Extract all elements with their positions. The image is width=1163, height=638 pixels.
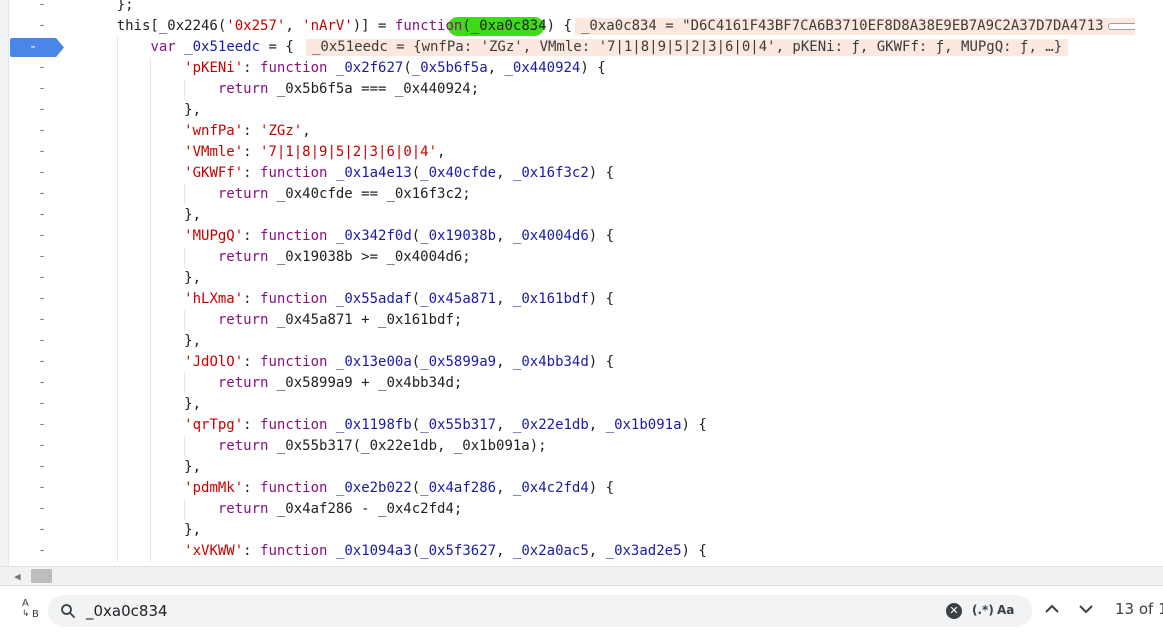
code-line[interactable]: - return _0x55b317(_0x22e1db, _0x1b091a)…	[0, 436, 1163, 457]
code-line[interactable]: - },	[0, 205, 1163, 226]
previous-match-button[interactable]	[1042, 599, 1062, 619]
horizontal-scrollbar[interactable]: ◀	[0, 566, 1163, 585]
ellipsis-icon[interactable]	[1107, 22, 1135, 30]
code-line[interactable]: - 'pdmMk': function _0xe2b022(_0x4af286,…	[0, 478, 1163, 499]
line-marker[interactable]: -	[33, 439, 51, 453]
code-text: 'VMmle': '7|1|8|9|5|2|3|6|0|4',	[184, 144, 446, 160]
code-text: return _0x40cfde == _0x16f3c2;	[217, 186, 471, 202]
search-icon	[61, 604, 75, 618]
code-line[interactable]: - },	[0, 100, 1163, 121]
line-marker[interactable]: -	[33, 376, 51, 390]
code-text: },	[184, 270, 202, 286]
inline-value-preview[interactable]: _0xa0c834 = "D6C4161F43BF7CA6B3710EF8D8A…	[575, 18, 1135, 35]
line-marker[interactable]: -	[33, 397, 51, 411]
code-text: 'GKWFf': function _0x1a4e13(_0x40cfde, _…	[184, 165, 615, 181]
code-text: };	[116, 0, 134, 13]
line-marker[interactable]: -	[33, 481, 51, 495]
line-marker[interactable]: -	[33, 0, 51, 12]
line-marker[interactable]: -	[33, 103, 51, 117]
next-match-button[interactable]	[1076, 599, 1096, 619]
match-case-button[interactable]: Aa	[997, 603, 1014, 617]
line-marker[interactable]: -	[33, 460, 51, 474]
code-line[interactable]: - 'hLXma': function _0x55adaf(_0x45a871,…	[0, 289, 1163, 310]
scroll-left-arrow-icon[interactable]: ◀	[14, 570, 21, 583]
code-line[interactable]: - 'qrTpg': function _0x1198fb(_0x55b317,…	[0, 415, 1163, 436]
code-line[interactable]: - var _0x51eedc = { _0x51eedc = {wnfPa: '…	[0, 37, 1163, 58]
line-marker[interactable]: -	[33, 208, 51, 222]
code-editor[interactable]: - }; - this[_0x2246('0x257', 'nArV')] = f…	[0, 0, 1163, 566]
line-marker[interactable]: -	[33, 187, 51, 201]
code-line[interactable]: - },	[0, 268, 1163, 289]
inline-value-preview[interactable]: _0x51eedc = {wnfPa: 'ZGz', VMmle: '7|1|8…	[306, 39, 1069, 56]
code-line[interactable]: - return _0x4af286 - _0x4c2fd4;	[0, 499, 1163, 520]
line-marker[interactable]: -	[33, 229, 51, 243]
line-marker[interactable]: -	[33, 355, 51, 369]
replace-toggle-icon[interactable]: A ↳ B	[20, 599, 42, 621]
code-line[interactable]: - };	[0, 0, 1163, 16]
code-text: return _0x4af286 - _0x4c2fd4;	[217, 501, 463, 517]
line-marker[interactable]: -	[33, 166, 51, 180]
code-text: 'pdmMk': function _0xe2b022(_0x4af286, _…	[184, 480, 615, 496]
code-text: },	[184, 396, 202, 412]
line-marker[interactable]: -	[33, 292, 51, 306]
code-text: var _0x51eedc = {	[150, 39, 294, 55]
scrollbar-thumb[interactable]	[31, 569, 52, 583]
regex-toggle-button[interactable]: (.*)	[972, 603, 994, 617]
search-input[interactable]: _0xa0c834 ✕ (.*) Aa	[48, 595, 1032, 627]
line-marker[interactable]: -	[33, 124, 51, 138]
search-bar: A ↳ B _0xa0c834 ✕ (.*) Aa 13 of 1	[0, 585, 1163, 638]
code-text: return _0x45a871 + _0x161bdf;	[217, 312, 463, 328]
code-line[interactable]: - },	[0, 394, 1163, 415]
line-marker[interactable]: -	[33, 544, 51, 558]
code-line[interactable]: - 'JdOlO': function _0x13e00a(_0x5899a9,…	[0, 352, 1163, 373]
code-text: },	[184, 333, 202, 349]
match-count: 13 of 1	[1115, 600, 1163, 618]
code-text: },	[184, 522, 202, 538]
clear-search-icon[interactable]: ✕	[946, 603, 962, 619]
code-text: return _0x55b317(_0x22e1db, _0x1b091a);	[217, 438, 547, 454]
code-line[interactable]: - 'xVKWW': function _0x1094a3(_0x5f3627,…	[0, 541, 1163, 562]
code-text: 'MUPgQ': function _0x342f0d(_0x19038b, _…	[184, 228, 615, 244]
code-text: 'qrTpg': function _0x1198fb(_0x55b317, _…	[184, 417, 707, 433]
code-text: },	[184, 207, 202, 223]
search-query[interactable]: _0xa0c834	[86, 601, 168, 621]
code-text: 'JdOlO': function _0x13e00a(_0x5899a9, _…	[184, 354, 615, 370]
code-line[interactable]: - },	[0, 520, 1163, 541]
code-line[interactable]: - 'pKENi': function _0x2f627(_0x5b6f5a, …	[0, 58, 1163, 79]
code-line[interactable]: - return _0x40cfde == _0x16f3c2;	[0, 184, 1163, 205]
code-line[interactable]: - 'VMmle': '7|1|8|9|5|2|3|6|0|4',	[0, 142, 1163, 163]
code-text: 'xVKWW': function _0x1094a3(_0x5f3627, _…	[184, 543, 707, 559]
code-text: },	[184, 102, 202, 118]
line-marker[interactable]: -	[33, 271, 51, 285]
code-line[interactable]: - return _0x19038b >= _0x4004d6;	[0, 247, 1163, 268]
line-marker[interactable]: -	[33, 502, 51, 516]
code-line[interactable]: - 'MUPgQ': function _0x342f0d(_0x19038b,…	[0, 226, 1163, 247]
code-text: },	[184, 459, 202, 475]
line-marker[interactable]: -	[33, 19, 51, 33]
line-marker[interactable]: -	[33, 61, 51, 75]
code-line[interactable]: - 'wnfPa': 'ZGz',	[0, 121, 1163, 142]
code-line[interactable]: - return _0x5b6f5a === _0x440924;	[0, 79, 1163, 100]
code-text: return _0x5b6f5a === _0x440924;	[217, 81, 480, 97]
line-marker[interactable]: -	[33, 418, 51, 432]
line-marker[interactable]: -	[33, 145, 51, 159]
code-text: return _0x19038b >= _0x4004d6;	[217, 249, 471, 265]
line-marker[interactable]: -	[33, 334, 51, 348]
line-marker[interactable]: -	[33, 523, 51, 537]
code-line[interactable]: - return _0x45a871 + _0x161bdf;	[0, 310, 1163, 331]
code-line[interactable]: - 'GKWFf': function _0x1a4e13(_0x40cfde,…	[0, 163, 1163, 184]
code-line[interactable]: - },	[0, 331, 1163, 352]
line-marker[interactable]: -	[33, 82, 51, 96]
code-text: 'hLXma': function _0x55adaf(_0x45a871, _…	[184, 291, 615, 307]
code-text: return _0x5899a9 + _0x4bb34d;	[217, 375, 463, 391]
line-marker[interactable]: -	[33, 313, 51, 327]
code-text: this[_0x2246('0x257', 'nArV')] = functio…	[116, 18, 572, 34]
active-breakpoint-marker[interactable]: -	[10, 38, 65, 57]
code-line[interactable]: - },	[0, 457, 1163, 478]
code-line[interactable]: - this[_0x2246('0x257', 'nArV')] = funct…	[0, 16, 1163, 37]
code-text: 'pKENi': function _0x2f627(_0x5b6f5a, _0…	[184, 60, 606, 76]
code-text: 'wnfPa': 'ZGz',	[184, 123, 311, 139]
line-marker[interactable]: -	[33, 250, 51, 264]
code-line[interactable]: - return _0x5899a9 + _0x4bb34d;	[0, 373, 1163, 394]
